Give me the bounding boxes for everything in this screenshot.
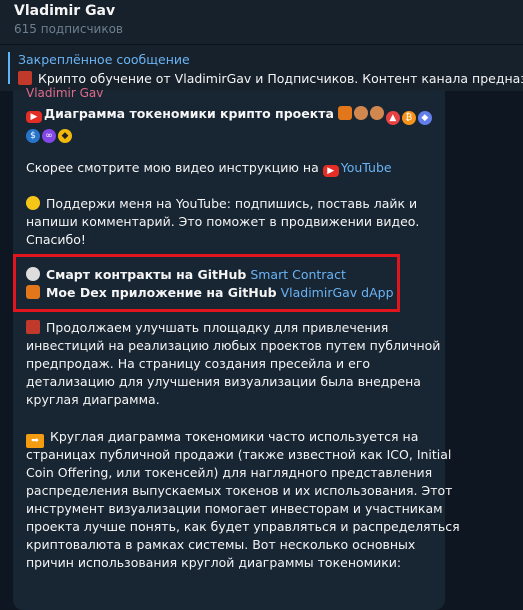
para2-line-2: страницах публичной продажи (также извес… xyxy=(26,447,452,462)
token-diagram-line: ▶ Диаграмма токеномики крипто проекта ▲ ₿ ◆ xyxy=(26,106,434,125)
pinned-title: Закреплённое сообщение xyxy=(18,52,190,67)
pushpin-icon xyxy=(18,71,32,85)
highlight-box xyxy=(13,254,400,312)
support-line-1: Поддержи меня на YouTube: подпишись, пос… xyxy=(26,196,417,211)
usdc-icon: $ xyxy=(26,129,40,143)
youtube-icon: ▶ xyxy=(26,111,42,123)
pinned-text: Крипто обучение от VladimirGav и Подписч… xyxy=(18,71,523,86)
arrow-right-icon: ➡ xyxy=(26,434,44,448)
github-icon xyxy=(26,267,40,281)
para2-line-7: криптовалюта в рамках системы. Вот неско… xyxy=(26,537,416,552)
support-line-3: Спасибо! xyxy=(26,232,86,247)
metamask-icon xyxy=(26,285,40,299)
dex-line: Мое Dex приложение на GitHub VladimirGav… xyxy=(26,285,394,300)
ethereum-icon: ◆ xyxy=(417,111,432,125)
subscriber-count: 615 подписчиков xyxy=(14,22,123,36)
metamask-icon xyxy=(337,106,352,120)
bitcoin-icon: ₿ xyxy=(401,111,416,125)
channel-header[interactable]: Vladimir Gav 615 подписчиков xyxy=(0,0,523,44)
message-author[interactable]: Vladimir Gav xyxy=(26,86,103,100)
para2-line-1: ➡ Круглая диаграмма токеномики часто исп… xyxy=(26,429,418,448)
para2-line-5: инструмент визуализации помогает инвесто… xyxy=(26,501,443,516)
para2-line-8: причин использования круглой диаграммы т… xyxy=(26,555,402,570)
para1-line-3: предпродаж. На страницу создания пресейл… xyxy=(26,356,371,371)
pancake-icon-2 xyxy=(369,106,384,120)
para2-line-3: Coin Offering, или токенсейл) для нагляд… xyxy=(26,465,433,480)
youtube-link[interactable]: YouTube xyxy=(341,160,392,175)
para1-line-4: детализацию для улучшения визуализации б… xyxy=(26,374,421,389)
pinned-message-bar[interactable]: Закреплённое сообщение Крипто обучение о… xyxy=(0,44,523,91)
para1-line-2: инвестиций на реализацию любых проектов … xyxy=(26,338,441,353)
smart-contract-link[interactable]: Smart Contract xyxy=(250,267,346,282)
dapp-link[interactable]: VladimirGav dApp xyxy=(281,285,394,300)
channel-name[interactable]: Vladimir Gav xyxy=(14,3,115,19)
pinned-accent-line xyxy=(8,52,10,84)
pancake-icon xyxy=(353,106,368,120)
github-line: Смарт контракты на GitHub Smart Contract xyxy=(26,267,346,282)
para1-line-5: круглая диаграмма. xyxy=(26,392,160,407)
bell-icon xyxy=(26,196,40,210)
bnb-icon: ◆ xyxy=(58,129,72,143)
para2-line-4: распределения выпускаемых токенов и их и… xyxy=(26,483,453,498)
youtube-icon: ▶ xyxy=(322,165,339,177)
avalanche-icon: ▲ xyxy=(385,111,400,125)
token-icons-line: $ ∞ ◆ xyxy=(26,124,74,143)
para1-line-1: Продолжаем улучшать площадку для привлеч… xyxy=(26,320,388,335)
para2-line-6: проекта лучше понять, как будет управлят… xyxy=(26,519,460,534)
pushpin-icon xyxy=(26,320,40,334)
youtube-line: Скорее смотрите мою видео инструкцию на … xyxy=(26,160,392,177)
polygon-icon: ∞ xyxy=(42,129,56,143)
support-line-2: напиши комментарий. Это поможет в продви… xyxy=(26,214,420,229)
